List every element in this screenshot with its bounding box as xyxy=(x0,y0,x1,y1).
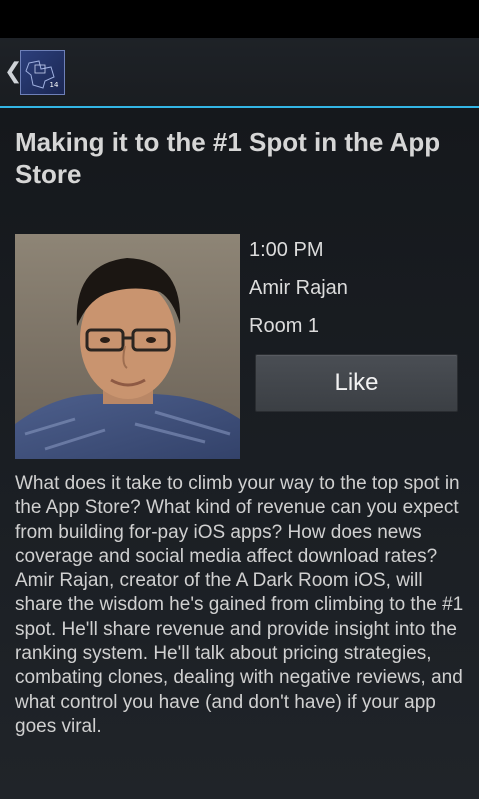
action-bar xyxy=(0,38,479,106)
logo-year-label: 14 xyxy=(50,81,59,89)
speaker-name: Amir Rajan xyxy=(249,277,348,299)
app-logo[interactable]: 14 xyxy=(20,50,65,95)
session-detail: Making it to the #1 Spot in the App Stor… xyxy=(0,108,479,799)
session-title: Making it to the #1 Spot in the App Stor… xyxy=(15,127,441,189)
like-button[interactable]: Like xyxy=(255,354,458,412)
speaker-photo xyxy=(15,234,240,459)
session-description: What does it take to climb your way to t… xyxy=(15,473,464,737)
session-time: 1:00 PM xyxy=(249,239,324,261)
session-room: Room 1 xyxy=(249,315,320,337)
status-bar xyxy=(0,0,479,38)
chevron-left-icon[interactable]: ❮ xyxy=(4,58,22,86)
